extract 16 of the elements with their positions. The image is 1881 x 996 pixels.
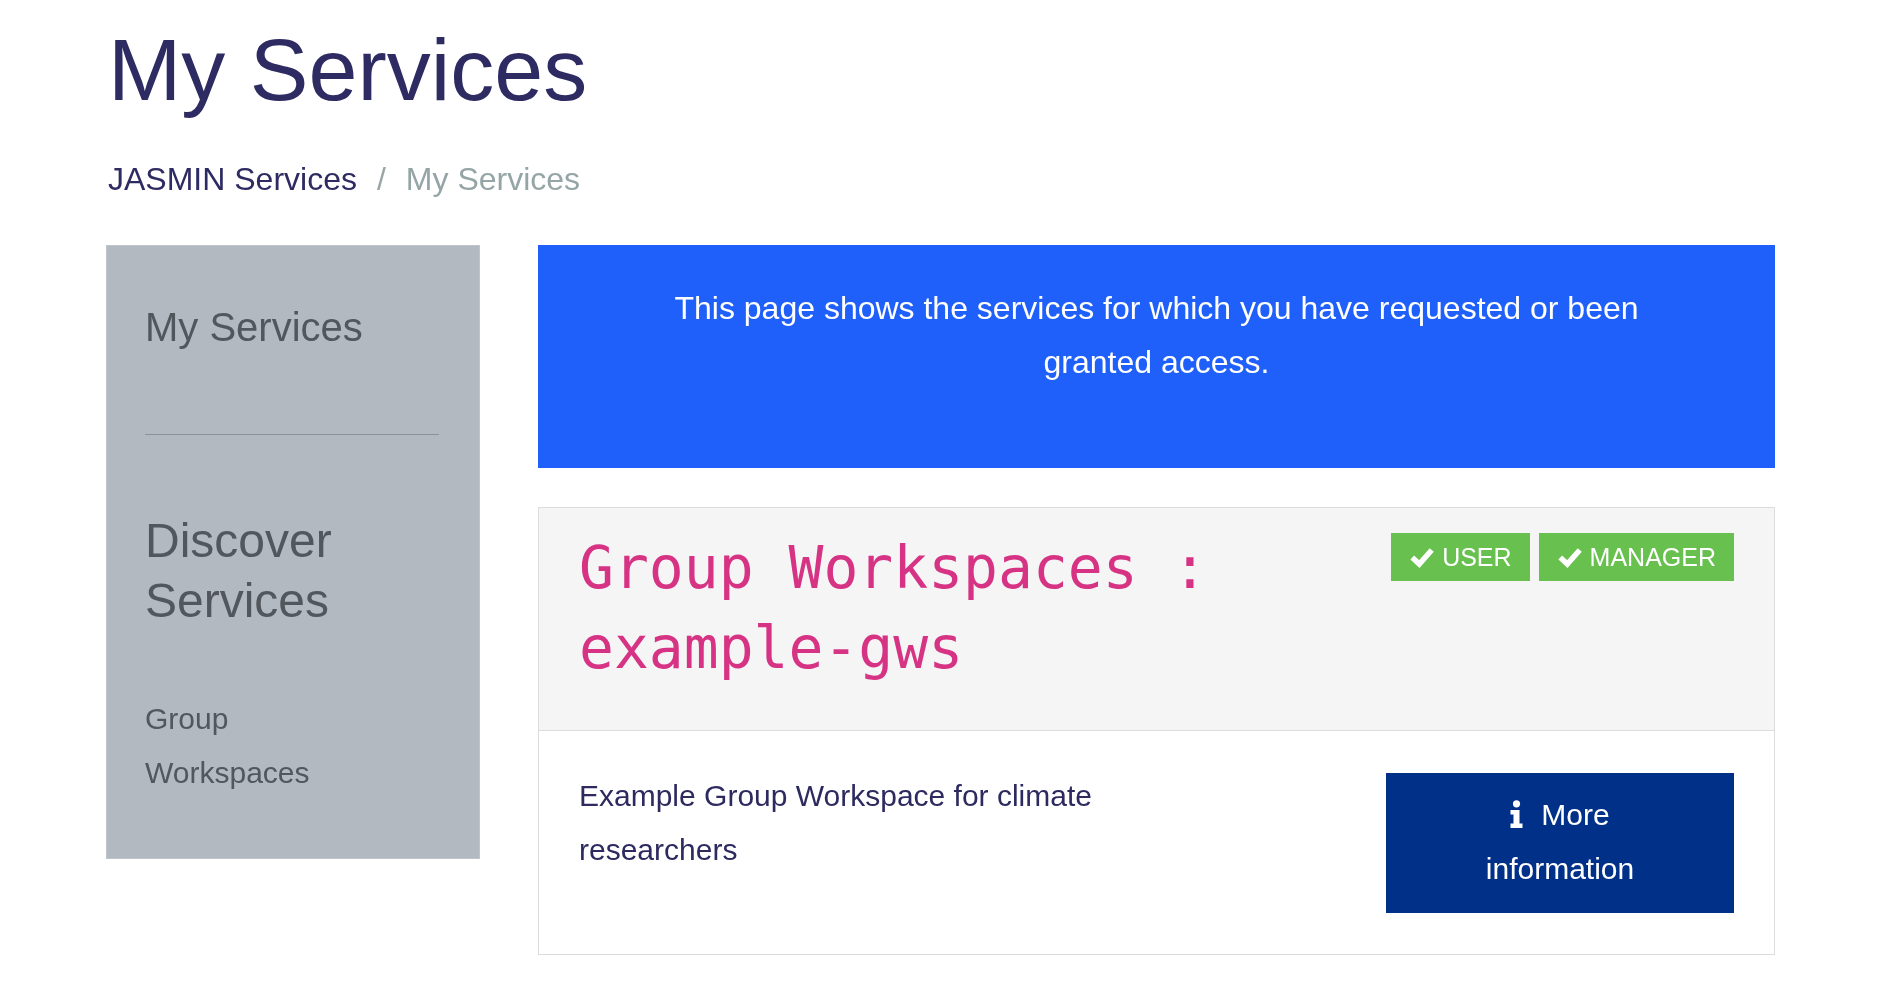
- sidebar-link[interactable]: My Services: [145, 303, 363, 351]
- check-icon: [1556, 546, 1583, 568]
- role-label: MANAGER: [1589, 542, 1716, 572]
- info-icon: [1510, 800, 1524, 828]
- service-description: Example Group Workspace for climate researchers: [579, 778, 1093, 868]
- check-icon: [1409, 546, 1436, 568]
- sidebar-heading: Discover Services: [145, 513, 333, 629]
- service-title: Group Workspaces : example-gws: [579, 533, 1209, 684]
- more-information-button[interactable]: More information: [1386, 773, 1734, 913]
- breadcrumb-separator: /: [376, 160, 386, 199]
- breadcrumb-link[interactable]: JASMIN Services: [108, 155, 357, 203]
- banner-text: This page shows the services for which you have requested or been granted access.: [673, 289, 1640, 382]
- breadcrumb-current: My Services: [405, 160, 581, 199]
- sidebar-link[interactable]: Group Workspaces: [145, 692, 365, 800]
- page-title: My Services: [107, 20, 588, 120]
- role-label: USER: [1442, 542, 1512, 572]
